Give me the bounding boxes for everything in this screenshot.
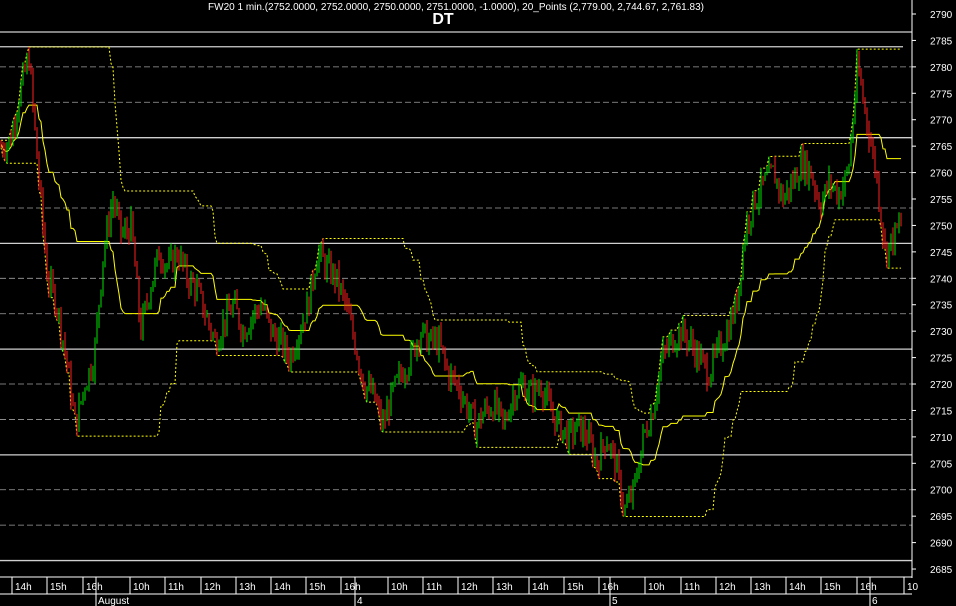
time-tick-label: 15h bbox=[824, 582, 841, 593]
price-tick-label: 2765 bbox=[930, 142, 953, 153]
date-label: 4 bbox=[357, 596, 363, 606]
time-tick-label: 11h bbox=[426, 582, 442, 593]
price-axis: 2685 2690 2695 2700 2705 2710 2715 2720 2725 2730… bbox=[911, 0, 953, 578]
time-tick-label: 12h bbox=[719, 582, 736, 593]
time-tick-label: 12h bbox=[204, 582, 221, 593]
time-tick-label: 12h bbox=[461, 582, 478, 593]
time-tick-label: 15h bbox=[309, 582, 326, 593]
time-tick-label: 15h bbox=[50, 582, 67, 593]
channel-upper bbox=[1, 46, 901, 414]
price-tick-label: 2785 bbox=[930, 36, 953, 47]
price-tick-label: 2720 bbox=[930, 380, 953, 391]
price-tick-label: 2740 bbox=[930, 274, 953, 285]
price-tick-label: 2790 bbox=[930, 10, 953, 21]
time-tick-label: 11h bbox=[168, 582, 184, 593]
time-tick-label: 14h bbox=[789, 582, 806, 593]
price-tick-label: 2750 bbox=[930, 221, 953, 232]
time-tick-label: 16h bbox=[860, 582, 877, 593]
price-tick-label: 2710 bbox=[930, 433, 953, 444]
time-tick-label: 10h bbox=[648, 582, 665, 593]
time-tick-label: 10 bbox=[907, 582, 919, 593]
time-tick-label: 16h bbox=[86, 582, 103, 593]
date-label: August bbox=[98, 596, 129, 606]
time-tick-label: 13h bbox=[496, 582, 513, 593]
time-tick-label: 15h bbox=[567, 582, 584, 593]
time-tick-label: 14h bbox=[532, 582, 549, 593]
time-tick-label: 11h bbox=[684, 582, 700, 593]
channel-mid bbox=[0, 104, 901, 466]
date-label: 6 bbox=[872, 596, 878, 606]
time-tick-label: 16h bbox=[344, 582, 361, 593]
grid-lines bbox=[0, 31, 912, 562]
time-tick-label: 10h bbox=[133, 582, 150, 593]
time-tick-label: 13h bbox=[754, 582, 771, 593]
price-tick-label: 2690 bbox=[930, 539, 953, 550]
price-tick-label: 2685 bbox=[930, 565, 953, 576]
price-tick-label: 2715 bbox=[930, 406, 953, 417]
price-tick-label: 2730 bbox=[930, 327, 953, 338]
price-channel bbox=[0, 46, 901, 518]
price-tick-label: 2760 bbox=[930, 169, 953, 180]
price-tick-label: 2700 bbox=[930, 486, 953, 497]
time-tick-label: 13h bbox=[239, 582, 256, 593]
price-tick-label: 2705 bbox=[930, 459, 953, 470]
price-tick-label: 2695 bbox=[930, 512, 953, 523]
candlestick-chart[interactable]: 2685 2690 2695 2700 2705 2710 2715 2720 2725 2730… bbox=[0, 0, 956, 606]
price-tick-label: 2770 bbox=[930, 116, 953, 127]
candles bbox=[0, 46, 902, 517]
price-tick-label: 2745 bbox=[930, 248, 953, 259]
channel-lower bbox=[0, 147, 901, 518]
price-tick-label: 2735 bbox=[930, 301, 953, 312]
price-tick-label: 2775 bbox=[930, 89, 953, 100]
time-tick-label: 10h bbox=[391, 582, 408, 593]
time-tick-label: 14h bbox=[274, 582, 291, 593]
price-tick-label: 2780 bbox=[930, 63, 953, 74]
price-tick-label: 2755 bbox=[930, 195, 953, 206]
price-tick-label: 2725 bbox=[930, 354, 953, 365]
date-label: 5 bbox=[612, 596, 618, 606]
time-tick-label: 14h bbox=[15, 582, 32, 593]
time-axis: 14h 15h 16h 10h 11h 12h 13h 14h 15h 16h 10h 11h 12h 1… bbox=[0, 576, 919, 606]
